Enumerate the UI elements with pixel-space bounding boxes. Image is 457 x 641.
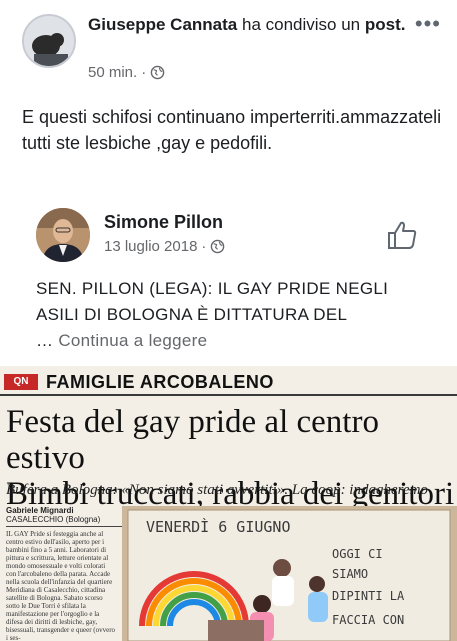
classroom-photo: VENERDÌ 6 GIUGNO OGGI CI SIAMO DIPINTI L… xyxy=(122,506,457,641)
shared-separator: · xyxy=(201,238,207,255)
globe-icon[interactable] xyxy=(150,65,165,80)
shared-meta: 13 luglio 2018 · xyxy=(104,238,225,255)
clipping-subhead: Bufera a Bologna: «Non siamo stati avver… xyxy=(6,482,428,498)
byline-place: CASALECCHIO (Bologna) xyxy=(6,515,101,524)
avatar-image xyxy=(24,16,74,66)
byline-name: Gabriele Mignardi xyxy=(6,506,74,515)
post-header: Giuseppe Cannata ha condiviso un post. 5… xyxy=(0,0,457,92)
headline-line-1: Festa del gay pride al centro estivo xyxy=(6,404,379,476)
clipping-byline: Gabriele Mignardi CASALECCHIO (Bologna) xyxy=(6,506,126,527)
board-line-4: DIPINTI LA xyxy=(332,589,405,603)
board-date: VENERDÌ 6 GIUGNO xyxy=(146,517,291,536)
board-line-3: SIAMO xyxy=(332,567,368,581)
post-timestamp[interactable]: 50 min. xyxy=(88,64,137,81)
board-line-5: FACCIA CON xyxy=(332,613,404,627)
more-options-icon[interactable]: ••• xyxy=(415,13,441,35)
shared-date[interactable]: 13 luglio 2018 xyxy=(104,238,197,255)
section-title: FAMIGLIE ARCOBALENO xyxy=(46,372,274,392)
newspaper-clipping-image[interactable]: QN FAMIGLIE ARCOBALENO Festa del gay pri… xyxy=(0,366,457,641)
continue-reading-link[interactable]: Continua a leggere xyxy=(58,331,207,350)
shared-avatar-image xyxy=(36,208,90,262)
newspaper-logo: QN xyxy=(4,374,38,390)
meta-separator: · xyxy=(141,64,147,81)
shared-body: SEN. PILLON (LEGA): IL GAY PRIDE NEGLI A… xyxy=(36,279,389,324)
globe-icon[interactable] xyxy=(210,239,225,254)
post-meta: 50 min. · xyxy=(88,64,165,81)
shared-ellipsis: … xyxy=(36,331,59,350)
clipping-section-bar: QN FAMIGLIE ARCOBALENO xyxy=(0,370,457,396)
post-link[interactable]: post. xyxy=(365,15,406,34)
share-action-text: ha condiviso un xyxy=(237,15,365,34)
author-name[interactable]: Giuseppe Cannata xyxy=(88,15,237,34)
clipping-body: IL GAY Pride si festeggia anche al centr… xyxy=(6,530,116,641)
avatar[interactable] xyxy=(22,14,76,68)
shared-text: SEN. PILLON (LEGA): IL GAY PRIDE NEGLI A… xyxy=(36,276,416,354)
post-author-line: Giuseppe Cannata ha condiviso un post. xyxy=(88,14,408,36)
post-text: E questi schifosi continuano imperterrit… xyxy=(22,107,442,153)
like-page-icon[interactable] xyxy=(386,220,418,250)
board-line-2: OGGI CI xyxy=(332,547,383,561)
shared-avatar[interactable] xyxy=(36,208,90,262)
shared-author-name[interactable]: Simone Pillon xyxy=(104,212,223,233)
shared-post[interactable]: Simone Pillon 13 luglio 2018 · SEN. PILL… xyxy=(22,198,436,358)
